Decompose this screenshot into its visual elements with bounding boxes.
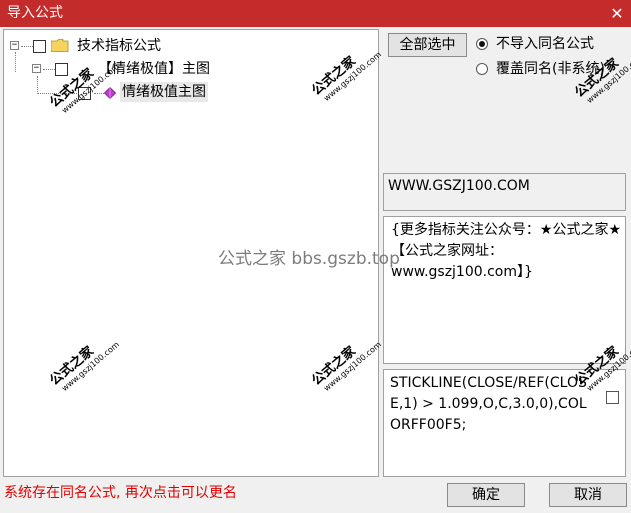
tree-connector [94, 93, 104, 94]
tree-connector [15, 52, 16, 72]
tree-root-checkbox[interactable] [33, 40, 46, 53]
title-bar: 导入公式 ✕ [0, 0, 631, 27]
folder-icon [51, 39, 69, 52]
collapse-icon[interactable]: − [32, 64, 41, 73]
import-formula-dialog: 导入公式 ✕ − 技术指标公式 − 【情绪极值】主图 情绪极值主图 全部选中 不… [0, 0, 631, 513]
website-field: WWW.GSZJ100.COM [383, 173, 626, 211]
close-icon[interactable]: ✕ [603, 0, 631, 27]
tree-group-checkbox[interactable] [55, 63, 68, 76]
collapse-icon[interactable]: − [10, 41, 19, 50]
formula-gem-icon [104, 87, 116, 99]
ok-button[interactable]: 确定 [447, 483, 525, 507]
radio-skip-label: 不导入同名公式 [496, 36, 594, 52]
tree-connector [37, 76, 38, 94]
description-text: {更多指标关注公众号：★公式之家★ 【公式之家网址：www.gszj100.co… [391, 222, 622, 280]
tree-root-label: 技术指标公式 [77, 38, 161, 54]
window-title: 导入公式 [7, 5, 63, 21]
formula-text: STICKLINE(CLOSE/REF(CLOSE,1) > 1.099,O,C… [390, 375, 587, 433]
select-all-button[interactable]: 全部选中 [388, 33, 467, 57]
website-text: WWW.GSZJ100.COM [388, 178, 530, 194]
formula-checkbox[interactable] [606, 391, 619, 404]
tree-connector [43, 69, 55, 70]
tree-node-root[interactable]: − 技术指标公式 [10, 36, 310, 56]
status-message: 系统存在同名公式, 再次点击可以更名 [4, 485, 237, 501]
tree-leaf-label: 情绪极值主图 [120, 82, 208, 102]
radio-overwrite-duplicates[interactable] [476, 63, 488, 75]
tree-connector [21, 46, 33, 47]
description-box[interactable]: {更多指标关注公众号：★公式之家★ 【公式之家网址：www.gszj100.co… [383, 216, 626, 364]
radio-skip-duplicates[interactable] [476, 38, 488, 50]
center-watermark: 公式之家 bbs.gszb.top [218, 249, 400, 269]
cancel-button[interactable]: 取消 [549, 483, 627, 507]
tree-node-leaf[interactable]: 情绪极值主图 [76, 82, 276, 102]
